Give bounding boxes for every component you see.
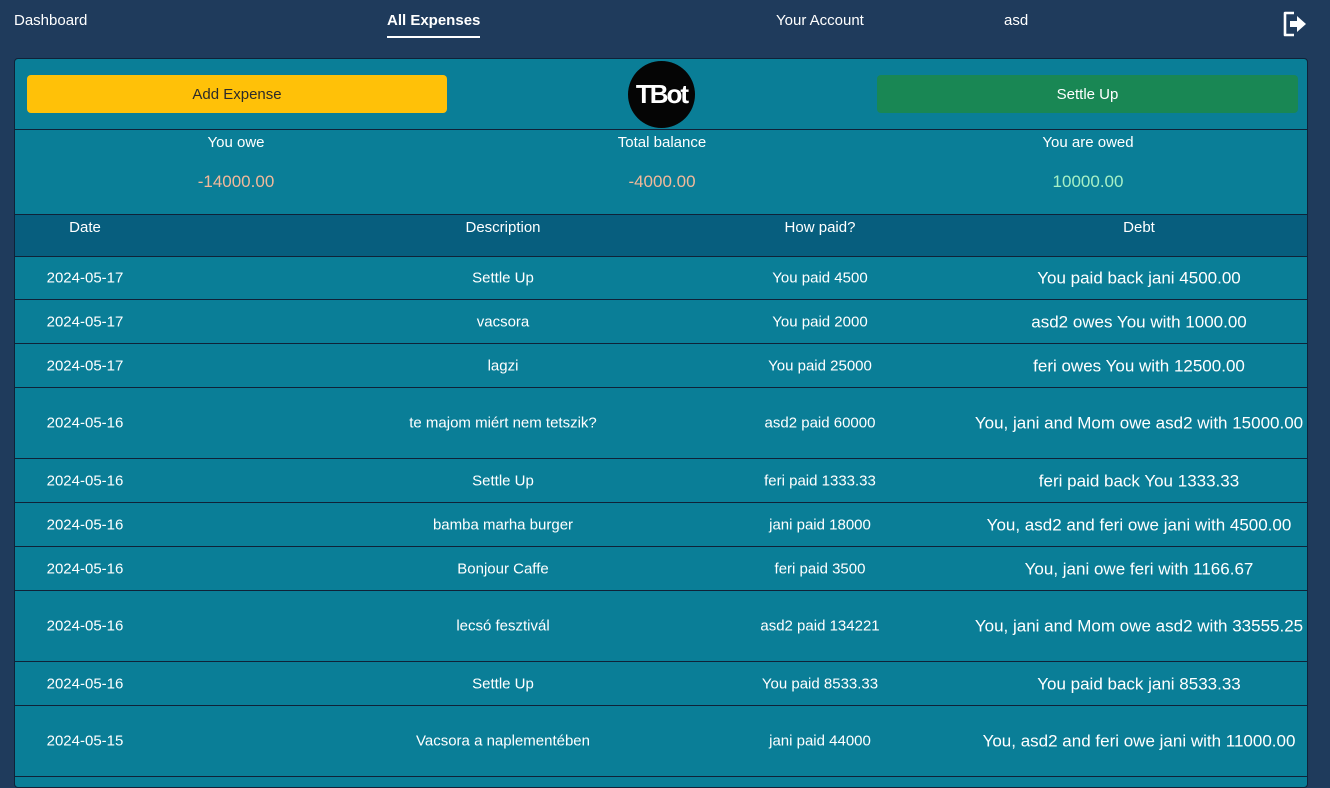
row-date: 2024-05-16 [46,617,124,635]
row-date: 2024-05-15 [46,732,124,750]
row-description: Settle Up [472,472,534,489]
header-description: Description [465,219,541,236]
total-balance-label: Total balance [617,134,707,151]
top-navigation: Dashboard All Expenses Your Account asd [0,0,1330,56]
row-debt: You, asd2 and feri owe jani with 11000.0… [982,731,1296,751]
header-how-paid: How paid? [784,219,856,236]
row-description: Settle Up [472,269,534,286]
row-debt: You, jani owe feri with 1166.67 [1024,559,1254,578]
row-how-paid: You paid 4500 [772,269,868,286]
nav-link-all-expenses[interactable]: All Expenses [387,12,481,38]
row-how-paid: You paid 25000 [768,357,872,374]
row-date: 2024-05-17 [46,269,124,286]
row-how-paid: asd2 paid 134221 [760,617,880,635]
settle-up-button[interactable]: Settle Up [877,75,1298,113]
row-debt: You paid back jani 8533.33 [1037,674,1241,693]
add-expense-button[interactable]: Add Expense [27,75,447,113]
row-debt: You, jani and Mom owe asd2 with 15000.00 [974,413,1304,433]
table-row[interactable]: 2024-05-17 Settle Up You paid 4500 You p… [15,256,1307,300]
balance-summary: You owe -14000.00 Total balance -4000.00… [15,129,1307,215]
table-row[interactable]: 2024-05-17 vacsora You paid 2000 asd2 ow… [15,300,1307,344]
nav-link-dashboard[interactable]: Dashboard [14,12,87,29]
row-how-paid: feri paid 1333.33 [764,472,876,489]
tbot-logo: TBot [628,61,695,128]
row-date: 2024-05-16 [46,560,124,577]
row-date: 2024-05-17 [46,357,124,374]
nav-link-your-account[interactable]: Your Account [776,12,864,29]
row-description: Vacsora a naplementében [415,732,590,750]
you-are-owed-label: You are owed [1042,134,1134,151]
row-date: 2024-05-16 [46,516,124,533]
row-date: 2024-05-16 [46,675,124,692]
table-row[interactable]: 2024-05-16 Bonjour Caffe feri paid 3500 … [15,547,1307,591]
logout-icon[interactable] [1280,9,1310,39]
row-how-paid: You paid 2000 [772,313,868,330]
you-are-owed-summary: You are owed 10000.00 [873,130,1303,192]
row-date: 2024-05-16 [46,414,124,432]
you-owe-value: -14000.00 [197,172,275,191]
row-description: te majom miért nem tetszik? [409,414,597,432]
total-balance-summary: Total balance -4000.00 [447,130,877,192]
total-balance-value: -4000.00 [628,172,696,191]
table-row[interactable]: 2024-05-16 te majom miért nem tetszik? a… [15,388,1307,459]
table-row[interactable]: 2024-05-16 bamba marha burger jani paid … [15,503,1307,547]
row-description: vacsora [476,313,530,330]
row-description: Bonjour Caffe [457,560,549,577]
row-how-paid: feri paid 3500 [774,560,866,577]
table-row[interactable]: 2024-05-17 lagzi You paid 25000 feri owe… [15,344,1307,388]
table-row[interactable]: 2024-05-15 Vacsora a naplementében jani … [15,706,1307,777]
row-debt: asd2 owes You with 1000.00 [1031,312,1247,331]
row-how-paid: jani paid 18000 [769,516,871,533]
you-are-owed-value: 10000.00 [1052,172,1124,191]
row-debt: feri paid back You 1333.33 [1038,471,1240,490]
header-debt: Debt [1123,219,1155,236]
expenses-panel: Add Expense TBot Settle Up You owe -1400… [14,58,1308,788]
row-date: 2024-05-17 [46,313,124,330]
row-debt: You, jani and Mom owe asd2 with 33555.25 [974,616,1304,636]
row-how-paid: You paid 8533.33 [761,675,879,692]
row-date: 2024-05-16 [46,472,124,489]
row-debt: feri owes You with 12500.00 [1033,356,1245,375]
table-header: Date Description How paid? Debt [15,214,1307,257]
you-owe-label: You owe [207,134,265,151]
table-row[interactable]: 2024-05-16 Settle Up feri paid 1333.33 f… [15,459,1307,503]
row-debt: You paid back jani 4500.00 [1037,268,1241,287]
expenses-table-body: 2024-05-17 Settle Up You paid 4500 You p… [15,256,1307,777]
table-row[interactable]: 2024-05-16 lecsó fesztivál asd2 paid 134… [15,591,1307,662]
row-description: lecsó fesztivál [456,617,550,635]
row-description: bamba marha burger [432,516,574,533]
row-how-paid: jani paid 44000 [769,732,871,750]
row-description: lagzi [487,357,519,374]
row-how-paid: asd2 paid 60000 [764,414,876,432]
you-owe-summary: You owe -14000.00 [21,130,451,192]
nav-username: asd [1004,12,1029,29]
header-date: Date [69,219,101,236]
table-row[interactable]: 2024-05-16 Settle Up You paid 8533.33 Yo… [15,662,1307,706]
row-debt: You, asd2 and feri owe jani with 4500.00 [986,515,1292,534]
row-description: Settle Up [472,675,534,692]
